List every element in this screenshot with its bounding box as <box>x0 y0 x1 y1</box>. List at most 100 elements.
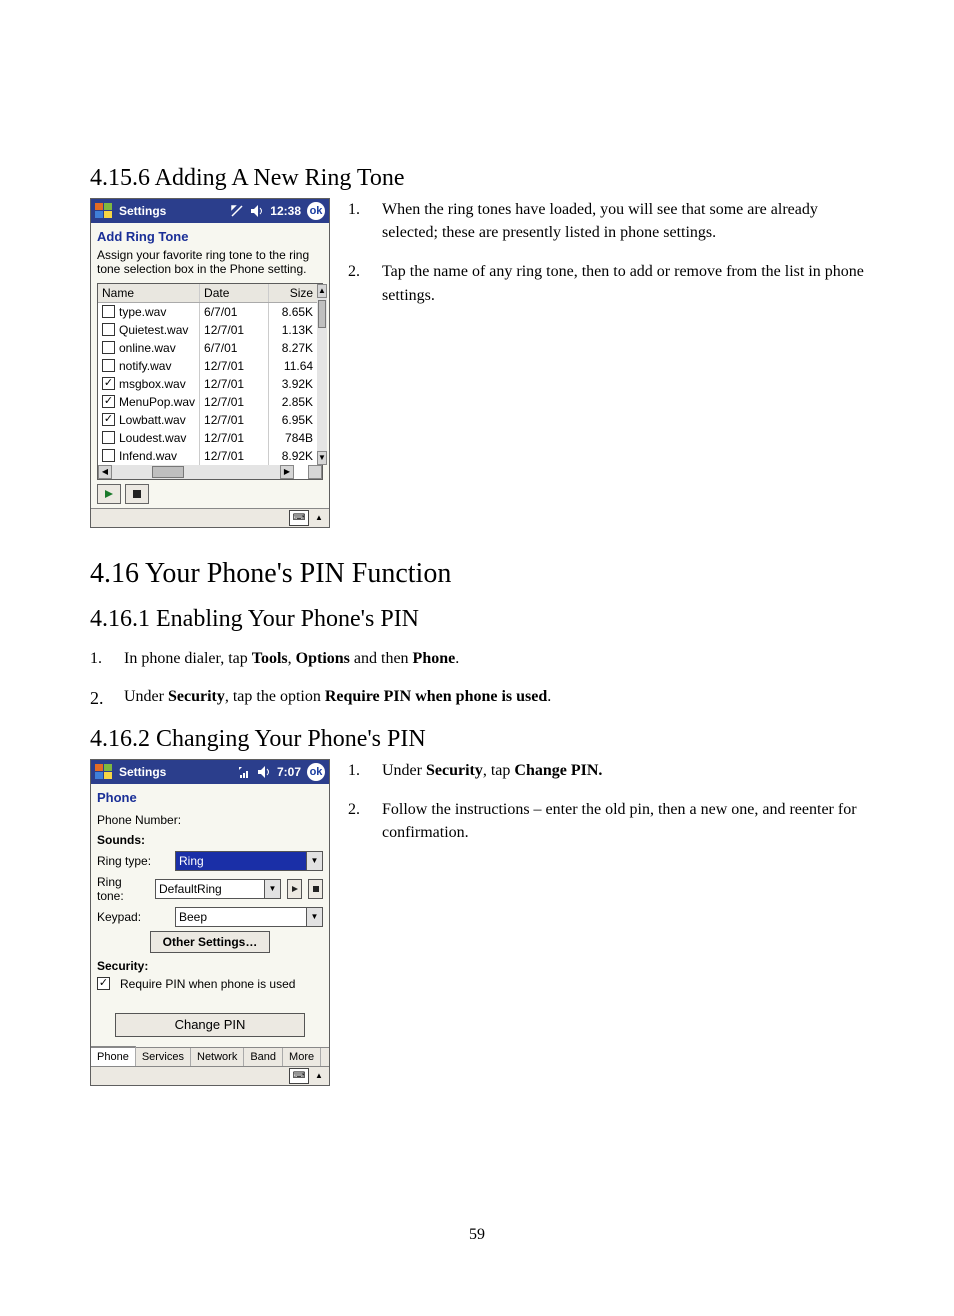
play-button[interactable] <box>97 484 121 504</box>
file-list-row[interactable]: Quietest.wav12/7/011.13K <box>98 321 317 339</box>
heading-4161: 4.16.1 Enabling Your Phone's PIN <box>90 606 864 633</box>
file-name: MenuPop.wav <box>119 395 195 409</box>
sip-bar: ⌨ ▲ <box>91 508 329 527</box>
stop-button[interactable] <box>125 484 149 504</box>
play-button[interactable] <box>287 879 302 899</box>
file-date: 6/7/01 <box>200 339 269 357</box>
keyboard-icon[interactable]: ⌨ <box>289 1068 309 1084</box>
titlebar: Settings 12:38 ok <box>91 199 329 223</box>
titlebar-title: Settings <box>119 765 231 779</box>
instruction-text: When the ring tones have loaded, you wil… <box>382 198 864 244</box>
scroll-right-icon[interactable]: ▶ <box>280 465 294 479</box>
scroll-up-icon[interactable]: ▲ <box>317 284 327 298</box>
file-size: 6.95K <box>269 411 317 429</box>
file-name: msgbox.wav <box>119 377 186 391</box>
enable-pin-steps: 1. In phone dialer, tap Tools, Options a… <box>90 647 864 712</box>
file-checkbox[interactable] <box>102 341 115 354</box>
file-list-row[interactable]: type.wav6/7/018.65K <box>98 303 317 321</box>
keypad-label: Keypad: <box>97 910 169 924</box>
file-list-row[interactable]: notify.wav12/7/0111.64 <box>98 357 317 375</box>
require-pin-label: Require PIN when phone is used <box>120 977 295 991</box>
ok-button[interactable]: ok <box>307 202 325 220</box>
file-size: 11.64 <box>269 357 317 375</box>
vertical-scrollbar[interactable]: ▲ ▼ <box>317 284 327 465</box>
chevron-down-icon: ▼ <box>306 908 322 926</box>
file-list-row[interactable]: ✓msgbox.wav12/7/013.92K <box>98 375 317 393</box>
other-settings-button[interactable]: Other Settings… <box>150 931 271 953</box>
file-size: 784B <box>269 429 317 447</box>
file-name: online.wav <box>119 341 176 355</box>
file-list: Name Date Size type.wav6/7/018.65K Quiete… <box>97 283 323 480</box>
tab-bar: Phone Services Network Band More <box>91 1047 329 1066</box>
file-checkbox[interactable]: ✓ <box>102 377 115 390</box>
heading-4156: 4.15.6 Adding A New Ring Tone <box>90 165 864 192</box>
file-checkbox[interactable]: ✓ <box>102 413 115 426</box>
phone-number-label: Phone Number: <box>97 813 181 827</box>
list-number: 1. <box>348 198 364 244</box>
file-date: 12/7/01 <box>200 411 269 429</box>
file-list-row[interactable]: Loudest.wav12/7/01784B <box>98 429 317 447</box>
file-list-row[interactable]: Infend.wav12/7/018.92K <box>98 447 317 465</box>
ring-tone-label: Ring tone: <box>97 875 149 903</box>
file-list-row[interactable]: ✓ MenuPop.wav 12/7/012.85K <box>98 393 317 411</box>
file-size: 2.85K <box>269 393 317 411</box>
titlebar-time: 7:07 <box>277 765 301 779</box>
step-text: Under Security, tap the option Require P… <box>124 685 864 712</box>
step-text: In phone dialer, tap Tools, Options and … <box>124 647 864 671</box>
file-checkbox[interactable] <box>102 449 115 462</box>
keypad-dropdown[interactable]: Beep ▼ <box>175 907 323 927</box>
list-number: 2. <box>348 798 364 844</box>
windows-flag-icon <box>95 203 113 219</box>
column-size[interactable]: Size <box>269 284 317 302</box>
sip-up-icon[interactable]: ▲ <box>313 511 325 525</box>
ok-button[interactable]: ok <box>307 763 325 781</box>
tab-network[interactable]: Network <box>191 1048 244 1066</box>
screenshot-add-ring-tone: Settings 12:38 ok Add Ring Tone Assign y… <box>90 198 330 528</box>
instruction-text: Follow the instructions – enter the old … <box>382 798 864 844</box>
file-date: 12/7/01 <box>200 321 269 339</box>
security-label: Security: <box>97 959 323 973</box>
column-name[interactable]: Name <box>98 284 200 302</box>
tab-more[interactable]: More <box>283 1048 321 1066</box>
chevron-down-icon: ▼ <box>264 880 280 898</box>
scroll-down-icon[interactable]: ▼ <box>317 451 327 465</box>
windows-flag-icon <box>95 764 113 780</box>
horizontal-scrollbar[interactable]: ◀ ▶ <box>98 465 294 479</box>
file-checkbox[interactable] <box>102 323 115 336</box>
file-list-row[interactable]: online.wav6/7/018.27K <box>98 339 317 357</box>
change-pin-button[interactable]: Change PIN <box>115 1013 305 1037</box>
scroll-left-icon[interactable]: ◀ <box>98 465 112 479</box>
sip-up-icon[interactable]: ▲ <box>313 1069 325 1083</box>
file-date: 12/7/01 <box>200 393 269 411</box>
screen-subtitle: Add Ring Tone <box>91 223 329 248</box>
list-number: 1. <box>90 647 106 671</box>
file-date: 12/7/01 <box>200 375 269 393</box>
require-pin-checkbox[interactable]: ✓ <box>97 977 110 990</box>
list-number: 1. <box>348 759 364 782</box>
instructions-4156: 1. When the ring tones have loaded, you … <box>348 198 864 323</box>
column-date[interactable]: Date <box>200 284 269 302</box>
file-size: 8.65K <box>269 303 317 321</box>
speaker-icon <box>257 765 271 779</box>
file-name: Quietest.wav <box>119 323 188 337</box>
file-checkbox[interactable] <box>102 305 115 318</box>
keyboard-icon[interactable]: ⌨ <box>289 510 309 526</box>
file-checkbox[interactable] <box>102 431 115 444</box>
speaker-icon <box>250 204 264 218</box>
sip-bar: ⌨ ▲ <box>91 1066 329 1085</box>
page-number: 59 <box>90 1226 864 1244</box>
ring-type-dropdown[interactable]: Ring ▼ <box>175 851 323 871</box>
file-checkbox[interactable]: ✓ <box>102 395 115 408</box>
heading-416: 4.16 Your Phone's PIN Function <box>90 558 864 590</box>
file-list-row[interactable]: ✓Lowbatt.wav12/7/016.95K <box>98 411 317 429</box>
file-size: 8.92K <box>269 447 317 465</box>
instruction-text: Under Security, tap Change PIN. <box>382 759 864 782</box>
instruction-text: Tap the name of any ring tone, then to a… <box>382 260 864 306</box>
file-date: 12/7/01 <box>200 447 269 465</box>
tab-phone[interactable]: Phone <box>91 1046 136 1066</box>
ring-tone-dropdown[interactable]: DefaultRing ▼ <box>155 879 281 899</box>
stop-button[interactable] <box>308 879 323 899</box>
file-checkbox[interactable] <box>102 359 115 372</box>
tab-services[interactable]: Services <box>136 1048 191 1066</box>
tab-band[interactable]: Band <box>244 1048 283 1066</box>
